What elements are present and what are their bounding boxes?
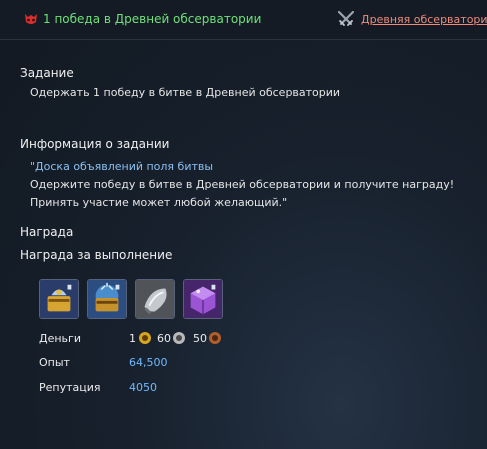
silver-amount: 60 — [157, 332, 171, 345]
silver-coin-icon — [173, 332, 185, 344]
location-link[interactable]: Древняя обсерватория — [361, 13, 487, 26]
gold-coin-icon — [139, 332, 151, 344]
reputation-value: 4050 — [129, 381, 157, 394]
completion-reward-title: Награда за выполнение — [20, 248, 173, 262]
reputation-label: Репутация — [39, 381, 101, 394]
gold-amount: 1 — [129, 332, 136, 345]
quest-title: 1 победа в Древней обсерватории — [43, 12, 262, 26]
crossed-swords-icon — [337, 10, 355, 26]
shining-crate-icon — [88, 280, 126, 318]
task-text: Одержать 1 победу в битве в Древней обсе… — [30, 86, 341, 99]
quest-header: 1 победа в Древней обсерватории Древняя … — [0, 0, 487, 40]
armored-crate-icon — [40, 280, 78, 318]
copper-amount: 50 — [193, 332, 207, 345]
task-title: Задание — [20, 66, 74, 80]
reward-item-purple-cube[interactable] — [183, 279, 223, 319]
metal-shard-icon — [136, 280, 174, 318]
bulletin-board-link[interactable]: "Доска объявлений поля битвы — [30, 160, 213, 173]
exp-value: 64,500 — [129, 356, 168, 369]
money-label: Деньги — [39, 332, 81, 345]
copper-coin-icon — [209, 332, 221, 344]
quest-info-title: Информация о задании — [20, 137, 170, 151]
reward-item-metal-shard[interactable] — [135, 279, 175, 319]
purple-cube-icon — [184, 280, 222, 318]
reward-item-gold-helmet-crate[interactable] — [39, 279, 79, 319]
quest-info-line-2: Одержите победу в битве в Древней обсерв… — [30, 178, 455, 191]
exp-label: Опыт — [39, 356, 70, 369]
reward-item-blue-crate[interactable] — [87, 279, 127, 319]
reward-title: Награда — [20, 225, 74, 239]
mask-icon — [25, 14, 37, 24]
quest-info-line-3: Принять участие может любой желающий." — [30, 196, 288, 209]
